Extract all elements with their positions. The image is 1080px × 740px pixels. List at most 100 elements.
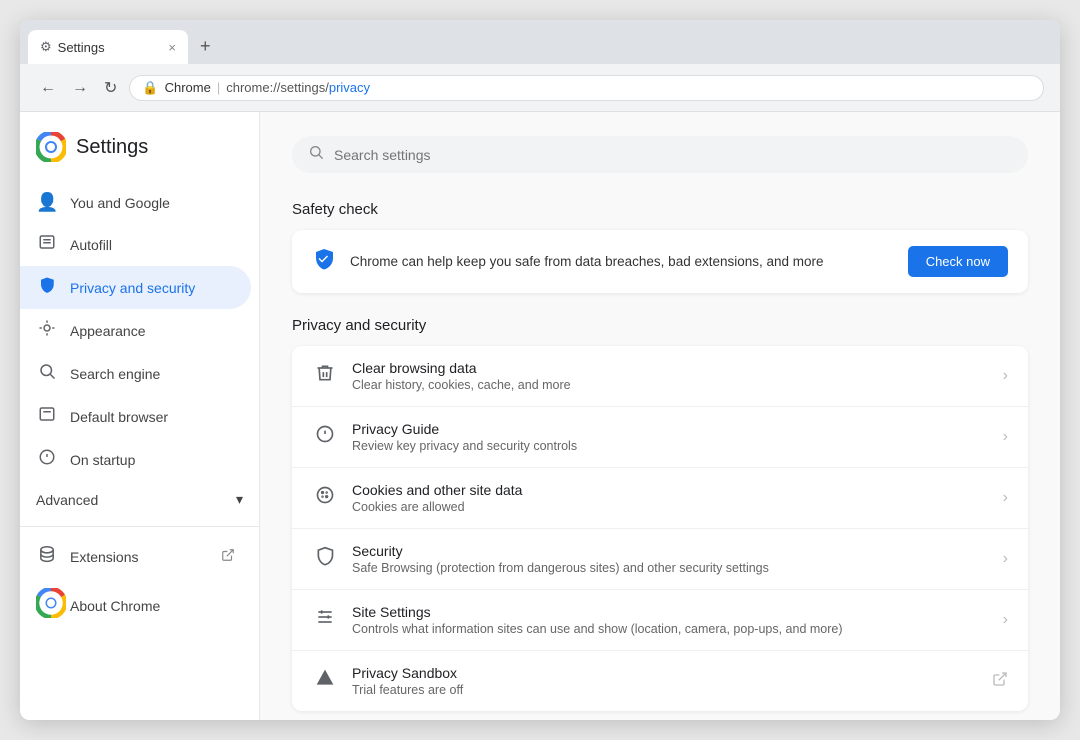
cookies-subtitle: Cookies are allowed: [352, 500, 989, 514]
site-settings-title: Site Settings: [352, 604, 989, 620]
sidebar-label-you-and-google: You and Google: [70, 195, 170, 211]
settings-item-privacy-guide[interactable]: Privacy Guide Review key privacy and sec…: [292, 407, 1028, 468]
clear-browsing-data-arrow: ›: [1003, 367, 1008, 385]
site-settings-arrow: ›: [1003, 611, 1008, 629]
tab-title: Settings: [58, 40, 163, 55]
url-separator: |: [217, 80, 220, 95]
settings-tab[interactable]: ⚙ Settings ×: [28, 30, 188, 64]
privacy-sandbox-title: Privacy Sandbox: [352, 665, 978, 681]
extensions-icon: [36, 545, 58, 568]
settings-item-cookies[interactable]: Cookies and other site data Cookies are …: [292, 468, 1028, 529]
sidebar-item-appearance[interactable]: Appearance: [20, 309, 251, 352]
sidebar-item-search-engine[interactable]: Search engine: [20, 352, 251, 395]
sidebar-item-you-and-google[interactable]: 👤 You and Google: [20, 182, 251, 223]
sidebar-label-default-browser: Default browser: [70, 409, 168, 425]
safety-shield-icon: [312, 247, 336, 277]
advanced-label: Advanced: [36, 492, 98, 508]
privacy-guide-icon: [312, 424, 338, 450]
security-icon: [312, 546, 338, 572]
safety-check-description: Chrome can help keep you safe from data …: [350, 254, 894, 269]
content-area: Safety check Chrome can help keep you sa…: [260, 112, 1060, 720]
url-site: Chrome: [165, 80, 211, 95]
clear-browsing-data-text: Clear browsing data Clear history, cooki…: [352, 360, 989, 392]
sidebar-label-privacy: Privacy and security: [70, 280, 195, 296]
security-arrow: ›: [1003, 550, 1008, 568]
safety-check-card: Chrome can help keep you safe from data …: [292, 230, 1028, 293]
extensions-external-icon: [221, 548, 235, 565]
sidebar-label-extensions: Extensions: [70, 549, 138, 565]
security-title: Security: [352, 543, 989, 559]
advanced-arrow-icon: ▾: [236, 491, 243, 508]
url-path: chrome://settings/privacy: [226, 80, 370, 95]
clear-browsing-data-subtitle: Clear history, cookies, cache, and more: [352, 378, 989, 392]
privacy-sandbox-icon: [312, 668, 338, 694]
privacy-security-section-title: Privacy and security: [292, 317, 1028, 334]
privacy-guide-text: Privacy Guide Review key privacy and sec…: [352, 421, 989, 453]
search-engine-icon: [36, 362, 58, 385]
main-area: Settings 👤 You and Google Autofill Priva…: [20, 112, 1060, 720]
url-path-highlight: privacy: [329, 80, 370, 95]
search-icon: [308, 144, 324, 165]
privacy-sandbox-text: Privacy Sandbox Trial features are off: [352, 665, 978, 697]
sidebar-label-autofill: Autofill: [70, 237, 112, 253]
privacy-guide-title: Privacy Guide: [352, 421, 989, 437]
sidebar: Settings 👤 You and Google Autofill Priva…: [20, 112, 260, 720]
refresh-button[interactable]: ↻: [100, 74, 121, 102]
cookies-title: Cookies and other site data: [352, 482, 989, 498]
privacy-guide-subtitle: Review key privacy and security controls: [352, 439, 989, 453]
search-input[interactable]: [334, 147, 1012, 163]
lock-icon: 🔒: [142, 80, 158, 96]
sidebar-item-on-startup[interactable]: On startup: [20, 438, 251, 481]
settings-item-clear-browsing-data[interactable]: Clear browsing data Clear history, cooki…: [292, 346, 1028, 407]
about-chrome-icon: [36, 588, 58, 623]
sidebar-title: Settings: [76, 136, 148, 159]
person-icon: 👤: [36, 192, 58, 213]
sidebar-label-search-engine: Search engine: [70, 366, 160, 382]
sidebar-label-on-startup: On startup: [70, 452, 135, 468]
security-subtitle: Safe Browsing (protection from dangerous…: [352, 561, 989, 575]
browser-window: ⚙ Settings × + ← → ↻ 🔒 Chrome | chrome:/…: [20, 20, 1060, 720]
settings-item-site-settings[interactable]: Site Settings Controls what information …: [292, 590, 1028, 651]
sidebar-item-privacy-and-security[interactable]: Privacy and security: [20, 266, 251, 309]
settings-item-security[interactable]: Security Safe Browsing (protection from …: [292, 529, 1028, 590]
check-now-button[interactable]: Check now: [908, 246, 1008, 277]
clear-browsing-data-title: Clear browsing data: [352, 360, 989, 376]
clear-browsing-data-icon: [312, 363, 338, 389]
sidebar-header: Settings: [20, 132, 259, 182]
privacy-security-settings-card: Clear browsing data Clear history, cooki…: [292, 346, 1028, 711]
safety-check-section-title: Safety check: [292, 201, 1028, 218]
sidebar-label-about-chrome: About Chrome: [70, 598, 160, 614]
cookies-arrow: ›: [1003, 489, 1008, 507]
tab-favicon: ⚙: [40, 39, 52, 55]
cookies-text: Cookies and other site data Cookies are …: [352, 482, 989, 514]
cookies-icon: [312, 485, 338, 511]
back-button[interactable]: ←: [36, 75, 60, 101]
sidebar-item-autofill[interactable]: Autofill: [20, 223, 251, 266]
forward-button[interactable]: →: [68, 75, 92, 101]
search-bar[interactable]: [292, 136, 1028, 173]
startup-icon: [36, 448, 58, 471]
default-browser-icon: [36, 405, 58, 428]
settings-item-privacy-sandbox[interactable]: Privacy Sandbox Trial features are off: [292, 651, 1028, 711]
sidebar-item-default-browser[interactable]: Default browser: [20, 395, 251, 438]
site-settings-icon: [312, 607, 338, 633]
tab-close-button[interactable]: ×: [168, 40, 176, 55]
new-tab-button[interactable]: +: [192, 32, 219, 61]
address-bar: ← → ↻ 🔒 Chrome | chrome://settings/priva…: [20, 64, 1060, 112]
privacy-sandbox-external-icon: [992, 671, 1008, 692]
shield-blue-icon: [36, 276, 58, 299]
chrome-logo-icon: [36, 132, 66, 162]
tab-bar: ⚙ Settings × +: [20, 20, 1060, 64]
site-settings-text: Site Settings Controls what information …: [352, 604, 989, 636]
sidebar-item-extensions[interactable]: Extensions: [20, 535, 251, 578]
privacy-guide-arrow: ›: [1003, 428, 1008, 446]
appearance-icon: [36, 319, 58, 342]
sidebar-divider: [20, 526, 259, 527]
url-bar[interactable]: 🔒 Chrome | chrome://settings/privacy: [129, 75, 1044, 101]
autofill-icon: [36, 233, 58, 256]
security-text: Security Safe Browsing (protection from …: [352, 543, 989, 575]
sidebar-label-appearance: Appearance: [70, 323, 146, 339]
advanced-section[interactable]: Advanced ▾: [20, 481, 259, 518]
site-settings-subtitle: Controls what information sites can use …: [352, 622, 989, 636]
sidebar-item-about-chrome[interactable]: About Chrome: [20, 578, 251, 633]
